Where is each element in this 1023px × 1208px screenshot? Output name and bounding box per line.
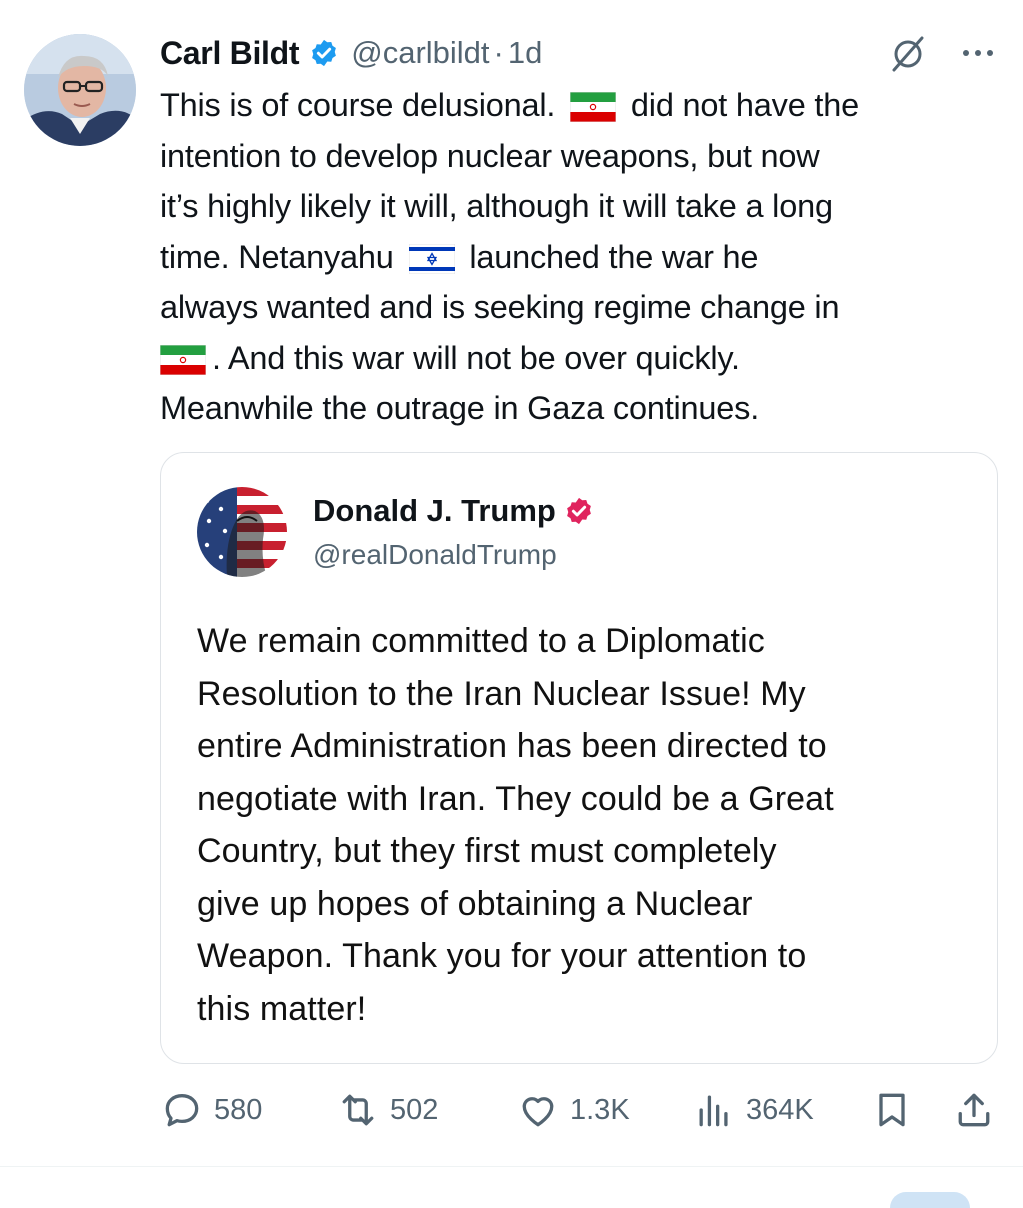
repost-count: 502: [390, 1093, 439, 1126]
tweet-line: intention to develop nuclear weapons, bu…: [160, 131, 1010, 182]
tweet-text-segment: intention to develop nuclear weapons, bu…: [160, 137, 820, 174]
tweet-text-segment: Meanwhile the outrage in Gaza continues.: [160, 390, 760, 426]
tweet-text-segment: always wanted and is seeking regime chan…: [160, 289, 840, 325]
tweet-line: Meanwhile the outrage in Gaza continues.: [160, 383, 1010, 434]
feed-divider: [0, 1166, 1023, 1167]
tweet-text-segment: . And this war will not be over quickly.: [212, 339, 740, 376]
quoted-author-row: Donald J. Trump: [313, 493, 594, 529]
quoted-text-line: We remain committed to a Diplomatic: [197, 622, 765, 660]
views-button[interactable]: 364K: [692, 1084, 814, 1136]
share-icon: [958, 1093, 990, 1127]
action-bar: 580 502 1.3K 364K: [160, 1084, 1000, 1136]
tweet-text-segment: launched the war he: [469, 238, 759, 275]
quoted-author-name[interactable]: Donald J. Trump: [313, 493, 556, 529]
more-icon[interactable]: [958, 38, 998, 68]
repost-button[interactable]: 502: [336, 1084, 438, 1136]
quoted-text-line: Country, but they first must completely: [197, 832, 777, 870]
like-button[interactable]: 1.3K: [516, 1084, 630, 1136]
bookmark-icon: [879, 1093, 905, 1127]
like-icon: [522, 1097, 554, 1127]
tweet-line: it’s highly likely it will, although it …: [160, 181, 1010, 232]
quoted-text-line: Resolution to the Iran Nuclear Issue! My: [197, 674, 806, 713]
quoted-text-line: this matter!: [197, 989, 367, 1028]
tweet-text-segment: did not have the: [630, 87, 860, 123]
reply-count: 580: [214, 1093, 263, 1126]
tweet-header: Carl Bildt @carlbildt · 1d: [160, 30, 542, 76]
grok-icon[interactable]: [886, 32, 930, 76]
like-count: 1.3K: [570, 1093, 630, 1126]
bookmark-button[interactable]: [870, 1084, 924, 1136]
tweet-line: . And this war will not be over quickly.: [160, 333, 1010, 384]
separator-dot: ·: [493, 35, 504, 70]
quoted-post-card[interactable]: Donald J. Trump @realDonaldTrump We rema…: [160, 452, 998, 1064]
quoted-text-line: entire Administration has been directed …: [197, 727, 827, 765]
quoted-post-text: We remain committed to a Diplomatic Reso…: [197, 615, 987, 1035]
tweet-text: This is of course delusional. did not ha…: [160, 80, 1010, 434]
tweet-timestamp[interactable]: 1d: [508, 35, 542, 71]
tweet-line: This is of course delusional. did not ha…: [160, 80, 1010, 131]
author-avatar[interactable]: [24, 34, 136, 146]
views-icon: [699, 1095, 728, 1127]
tweet-line: time. Netanyahu launched the war he: [160, 232, 1010, 283]
tweet-line: always wanted and is seeking regime chan…: [160, 282, 1010, 333]
reply-icon: [165, 1094, 199, 1127]
iran-flag-icon: [570, 92, 617, 123]
repost-icon: [342, 1094, 374, 1126]
quoted-text-line: give up hopes of obtaining a Nuclear: [197, 884, 753, 923]
tweet-text-segment: time. Netanyahu: [160, 238, 394, 275]
reply-button[interactable]: 580: [160, 1084, 262, 1136]
author-name[interactable]: Carl Bildt: [160, 35, 300, 72]
quoted-text-line: negotiate with Iran. They could be a Gre…: [197, 779, 834, 818]
tweet-text-segment: This is of course delusional.: [160, 87, 556, 123]
quoted-author-avatar[interactable]: [197, 487, 287, 577]
verified-badge-icon: [312, 39, 337, 67]
tweet-text-segment: it’s highly likely it will, although it …: [160, 188, 833, 224]
israel-flag-icon: [408, 243, 455, 274]
verified-badge-icon: [566, 497, 591, 525]
author-handle[interactable]: @carlbildt: [351, 35, 489, 71]
iran-flag-icon: [160, 344, 206, 375]
share-button[interactable]: [952, 1084, 1006, 1136]
quoted-author-handle[interactable]: @realDonaldTrump: [313, 539, 557, 571]
quoted-text-line: Weapon. Thank you for your attention to: [197, 937, 807, 975]
next-post-avatar-edge: [890, 1192, 970, 1208]
views-count: 364K: [746, 1093, 814, 1126]
